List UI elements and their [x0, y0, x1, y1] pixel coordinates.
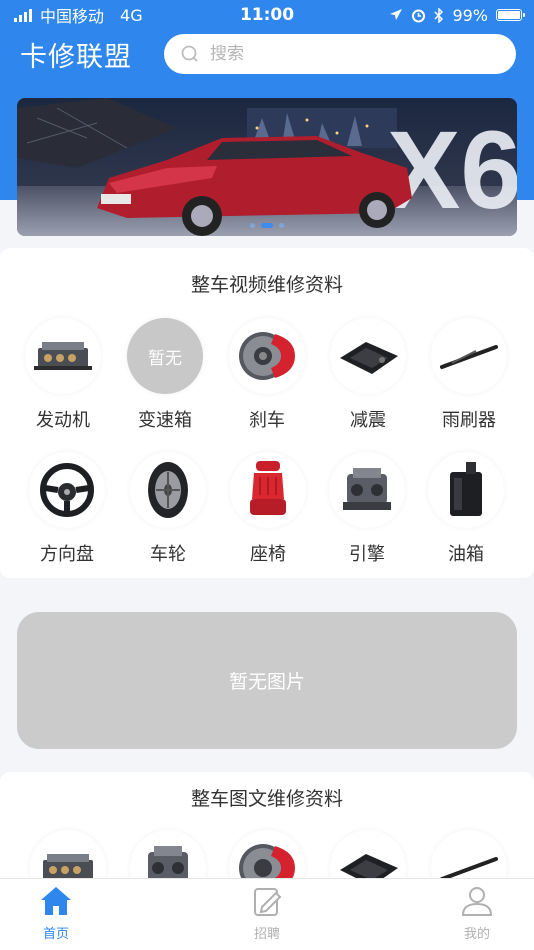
- category-label: 刹车: [249, 410, 285, 431]
- tab-home[interactable]: 首页: [16, 885, 96, 942]
- no-image-placeholder: 暂无图片: [17, 612, 517, 749]
- placeholder-image: 暂无: [127, 318, 203, 394]
- search-input[interactable]: [210, 44, 470, 64]
- search-icon: [181, 45, 198, 62]
- engine-block-icon: [25, 318, 101, 394]
- category-steering[interactable]: 方向盘: [17, 452, 117, 566]
- search-bar[interactable]: [164, 34, 516, 74]
- video-section-title: 整车视频维修资料: [190, 274, 343, 296]
- category-label: 雨刷器: [442, 410, 496, 431]
- seat-icon: [230, 452, 306, 528]
- category-label: 变速箱: [138, 410, 192, 431]
- carousel-dot[interactable]: [279, 223, 284, 228]
- carousel-dot[interactable]: [261, 223, 273, 228]
- text-section-card: 整车图文维修资料: [0, 772, 534, 906]
- tab-label: 首页: [42, 927, 69, 942]
- bluetooth-icon: [434, 7, 444, 23]
- banner-car-image: X6: [17, 98, 517, 236]
- category-brake[interactable]: 刹车: [217, 318, 317, 432]
- category-wiper[interactable]: 雨刷器: [419, 318, 519, 432]
- category-label: 座椅: [250, 544, 286, 565]
- user-icon: [461, 887, 493, 916]
- category-label: 车轮: [150, 544, 186, 565]
- brake-disc-icon: [229, 318, 305, 394]
- bottom-tab-bar: 首页 招聘 我的: [0, 878, 534, 950]
- signal-icon: [14, 8, 32, 22]
- app-title: 卡修联盟: [20, 41, 132, 73]
- alarm-icon: [412, 9, 426, 22]
- network-type: 4G: [120, 5, 143, 25]
- tab-recruit[interactable]: 招聘: [227, 885, 307, 942]
- carousel-indicator: [17, 223, 517, 228]
- category-label: 油箱: [448, 544, 484, 565]
- home-icon: [41, 887, 71, 915]
- category-shock[interactable]: 减震: [318, 318, 418, 432]
- category-wheel[interactable]: 车轮: [118, 452, 218, 566]
- category-motor[interactable]: 引擎: [317, 452, 417, 566]
- category-fuel-tank[interactable]: 油箱: [416, 452, 516, 566]
- text-section-title: 整车图文维修资料: [190, 788, 343, 810]
- category-seat[interactable]: 座椅: [218, 452, 318, 566]
- category-label: 方向盘: [40, 544, 94, 565]
- tab-label: 我的: [463, 927, 490, 942]
- status-bar: 中国移动 4G 11:00 99%: [0, 0, 534, 30]
- category-label: 引擎: [349, 544, 385, 565]
- category-gearbox[interactable]: 暂无 变速箱: [115, 318, 215, 432]
- video-section-card: 整车视频维修资料 发动机 暂无 变速箱 刹车 减震 雨刷器 方向盘 车轮 座椅 …: [0, 248, 534, 578]
- fuel-tank-icon: [428, 452, 504, 528]
- category-label: 发动机: [36, 410, 90, 431]
- header-bar: 卡修联盟: [0, 33, 534, 75]
- wiper-icon: [431, 318, 507, 394]
- battery-icon: [496, 9, 525, 21]
- location-icon: [390, 9, 403, 20]
- banner-carousel[interactable]: X6: [17, 98, 517, 236]
- tab-label: 招聘: [253, 927, 280, 942]
- tab-mine[interactable]: 我的: [437, 885, 517, 942]
- battery-percent: 99%: [452, 5, 488, 25]
- steering-wheel-icon: [29, 452, 105, 528]
- category-label: 减震: [350, 410, 386, 431]
- shock-absorber-icon: [330, 318, 406, 394]
- category-engine[interactable]: 发动机: [13, 318, 113, 432]
- carousel-dot[interactable]: [250, 223, 255, 228]
- edit-icon: [254, 888, 282, 916]
- status-time: 11:00: [239, 5, 295, 25]
- tire-icon: [130, 452, 206, 528]
- carrier-name: 中国移动: [40, 7, 105, 26]
- motor-icon: [329, 452, 405, 528]
